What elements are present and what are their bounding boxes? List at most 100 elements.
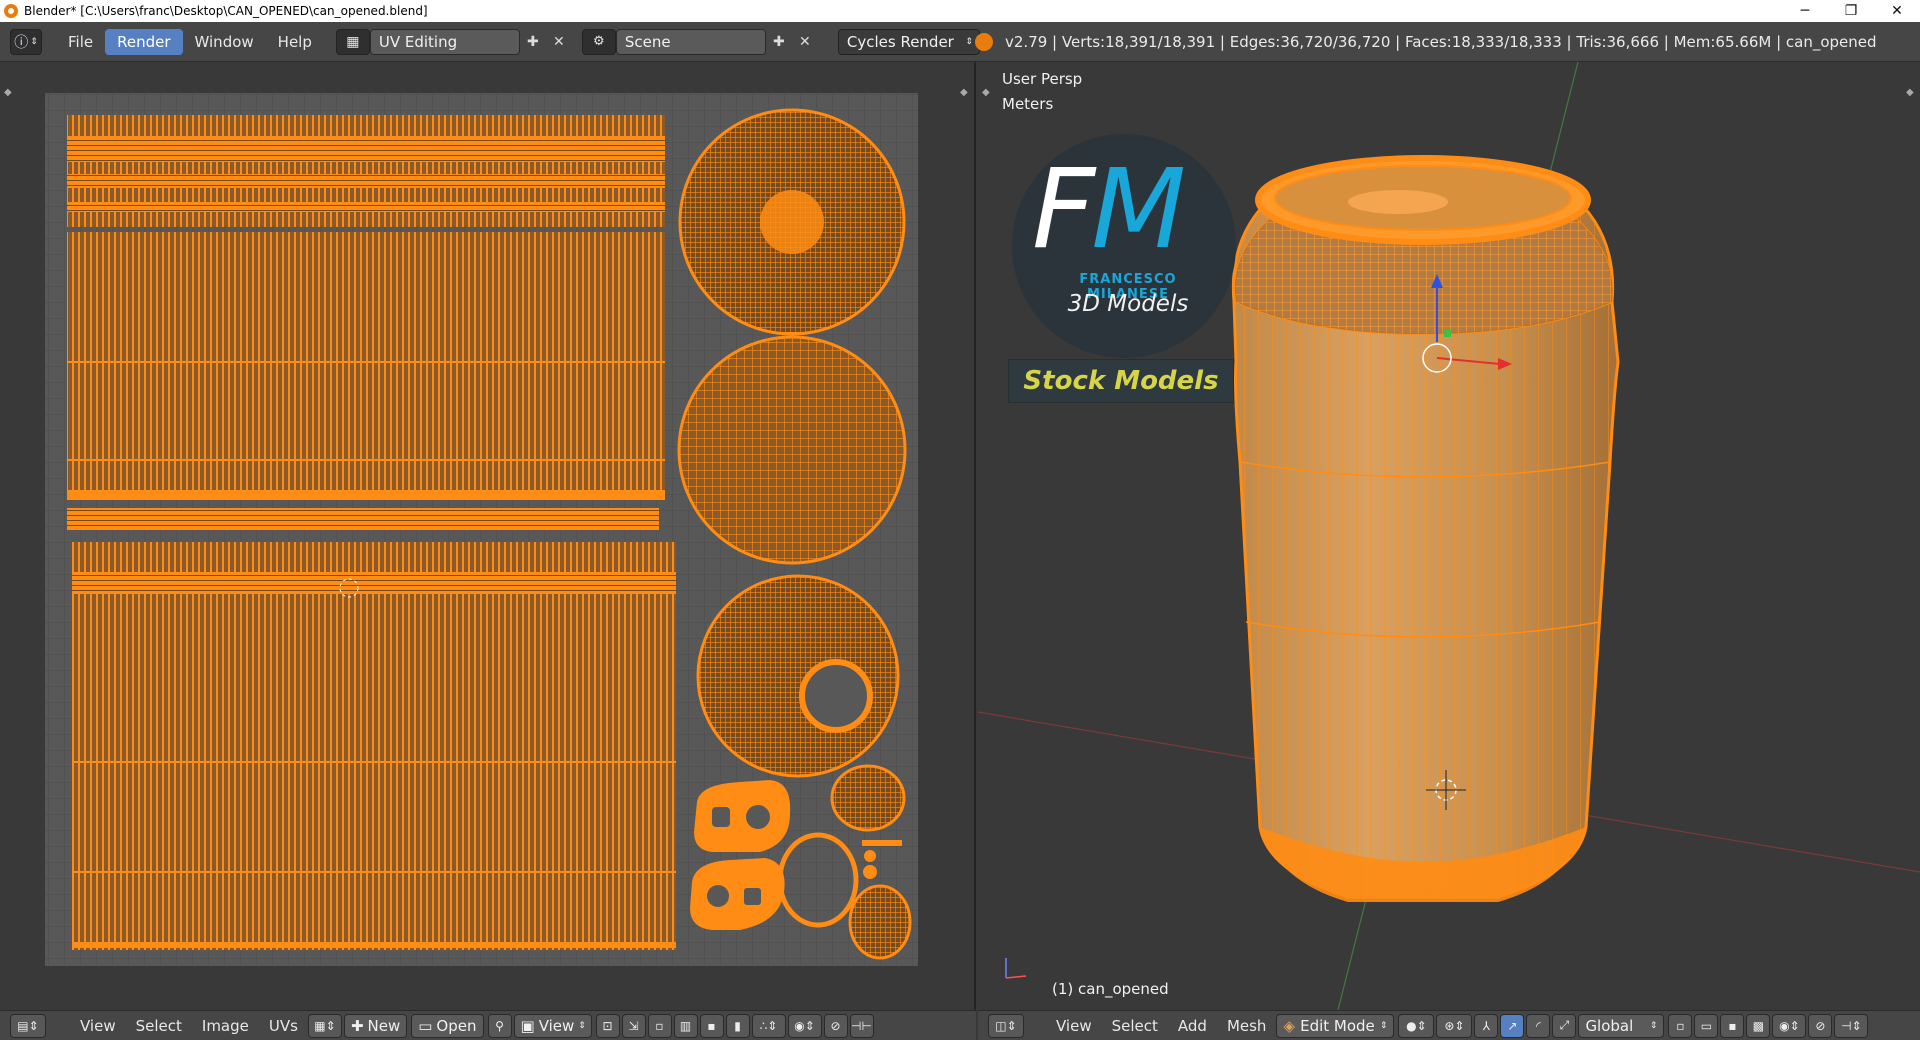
restore-button[interactable]: ❐ [1828, 0, 1874, 22]
render-engine-dropdown[interactable]: Cycles Render ⇕ [837, 28, 980, 55]
uv-island-bottom-disc [677, 335, 907, 565]
panel-toggle-icon: ◆ [1906, 87, 1914, 98]
proportional-edit-icon[interactable]: ◉⇕ [787, 1013, 822, 1038]
editor-type-3d-icon[interactable]: ◫⇕ [988, 1013, 1024, 1038]
uv-island-tab-hole [707, 885, 729, 907]
screen-layout-label: UV Editing [378, 32, 458, 51]
sticky-selection-icon[interactable]: ⇲ [621, 1013, 646, 1038]
add-scene-icon[interactable]: ✚ [766, 29, 792, 55]
chevron-updown-icon: ⇕ [30, 36, 38, 47]
image-icon: ▣ [520, 1016, 535, 1035]
pin-icon[interactable]: ⚲ [487, 1013, 512, 1038]
blender-logo-icon [975, 33, 993, 51]
view-mode-dropdown[interactable]: ▣ View ⇕ [513, 1013, 592, 1038]
vertex-select-mode-icon[interactable]: ▫ [1668, 1013, 1693, 1038]
edit-mode-icon: ◈ [1283, 1016, 1295, 1035]
uv-island-lower-band [72, 572, 676, 594]
plus-icon: ✚ [350, 1016, 364, 1035]
uv-canvas[interactable]: ◆ ◆ [0, 62, 976, 1010]
toolshelf-toggle-icon: ◆ [4, 87, 12, 98]
manipulator-toggle-icon[interactable]: ⅄ [1474, 1013, 1499, 1038]
3d-viewport[interactable]: ◆ ◆ User Persp Meters FM FRANCESCO MILAN… [978, 62, 1920, 1010]
uv-island-ring [696, 574, 900, 778]
uv-island-small-bar [862, 840, 902, 846]
menu-help[interactable]: Help [266, 29, 324, 55]
orientation-label: Global [1585, 1016, 1634, 1035]
open-image-button[interactable]: ▭ Open [411, 1013, 484, 1038]
select-edge-icon[interactable]: ▥ [673, 1013, 698, 1038]
image-browse-icon[interactable]: ▦⇕ [307, 1013, 342, 1038]
viewport-shading-icon[interactable]: ●⇕ [1398, 1013, 1435, 1038]
active-object-label: (1) can_opened [1052, 980, 1169, 998]
uv-island-top-band-3 [67, 202, 665, 212]
info-icon: ⓘ [14, 34, 29, 51]
chevron-updown-icon: ⇕ [1649, 1020, 1658, 1031]
uv-island-bottom-band [72, 942, 676, 948]
chevron-updown-icon: ⇕ [578, 1020, 586, 1031]
editor-type-info[interactable]: ⓘ ⇕ [10, 28, 42, 55]
view3d-menu-select[interactable]: Select [1102, 1017, 1168, 1035]
uv-island-tab-hole [744, 888, 761, 905]
view3d-menu-add[interactable]: Add [1168, 1017, 1217, 1035]
occlude-geometry-icon[interactable]: ▩ [1746, 1013, 1771, 1038]
window-controls: ─ ❐ ✕ [1782, 0, 1920, 22]
view3d-menu-mesh[interactable]: Mesh [1217, 1017, 1277, 1035]
panel-toggle-icon: ◆ [982, 87, 990, 98]
uv-island-mid-band [67, 490, 665, 500]
logo-letter-m: M [1091, 145, 1186, 273]
select-island-icon[interactable]: ▮ [725, 1013, 750, 1038]
mode-dropdown[interactable]: ◈ Edit Mode ⇕ [1276, 1013, 1395, 1038]
minimize-button[interactable]: ─ [1782, 0, 1828, 22]
properties-toggle-icon: ◆ [960, 87, 968, 98]
snap-mode-icon[interactable]: ∴⇕ [751, 1013, 786, 1038]
editor-type-image-icon[interactable]: ▤⇕ [10, 1013, 46, 1038]
scene-field[interactable]: Scene [615, 28, 766, 55]
uv-image-editor[interactable]: ◆ ◆ [0, 62, 976, 1010]
screen-layout-field[interactable]: UV Editing [369, 28, 520, 55]
window-title: Blender* [C:\Users\franc\Desktop\CAN_OPE… [24, 4, 428, 18]
transform-orientation-dropdown[interactable]: Global ⇕ [1578, 1013, 1665, 1038]
view3d-menu-view[interactable]: View [1046, 1017, 1102, 1035]
face-select-mode-icon[interactable]: ▪ [1720, 1013, 1745, 1038]
snap-toggle-icon[interactable]: ⊘ [823, 1013, 848, 1038]
uv-island-tab-hole [746, 805, 770, 829]
snap-element-icon[interactable]: ⊣⇕ [1834, 1013, 1869, 1038]
uv-island-ring-hole [799, 659, 873, 733]
new-image-button[interactable]: ✚ New [343, 1013, 408, 1038]
add-layout-icon[interactable]: ✚ [520, 29, 546, 55]
uv-menu-image[interactable]: Image [192, 1017, 259, 1035]
uv-island-small-ball-2 [848, 884, 912, 960]
uv-island-tab [694, 780, 791, 852]
screen-layout-browse[interactable]: ▦ [335, 28, 370, 55]
proportional-editing-icon[interactable]: ◉⇕ [1772, 1013, 1807, 1038]
uv-menu-uvs[interactable]: UVs [259, 1017, 308, 1035]
translate-manipulator-icon[interactable]: ↗ [1500, 1013, 1525, 1038]
close-button[interactable]: ✕ [1874, 0, 1920, 22]
uv-island-body-lower [72, 598, 676, 950]
scene-browse[interactable]: ⚙ [581, 28, 616, 55]
menu-file[interactable]: File [56, 29, 105, 55]
snap-icon[interactable]: ⊘ [1808, 1013, 1833, 1038]
scale-manipulator-icon[interactable]: ⤢ [1552, 1013, 1577, 1038]
mini-axis-icon [1005, 975, 1027, 979]
scene-label: Scene [624, 32, 671, 51]
menu-window[interactable]: Window [183, 29, 266, 55]
uv-island-top-band [67, 136, 665, 162]
rotate-manipulator-icon[interactable]: ◜ [1526, 1013, 1551, 1038]
select-face-icon[interactable]: ▪ [699, 1013, 724, 1038]
select-vertex-icon[interactable]: ▫ [647, 1013, 672, 1038]
chevron-updown-icon: ⇕ [965, 36, 973, 47]
blender-logo-icon [4, 4, 18, 18]
uv-menu-view[interactable]: View [70, 1017, 126, 1035]
menu-render[interactable]: Render [105, 28, 183, 55]
remove-layout-icon[interactable]: ✕ [546, 29, 572, 55]
watermark-logo-letters: FM [1032, 154, 1186, 264]
edge-select-mode-icon[interactable]: ▭ [1694, 1013, 1719, 1038]
pivot-point-icon[interactable]: ⊛⇕ [1436, 1013, 1473, 1038]
pivot-icon[interactable]: ⊡ [595, 1013, 620, 1038]
uv-menu-select[interactable]: Select [126, 1017, 192, 1035]
mirror-icon[interactable]: ⊣⊢ [849, 1013, 874, 1038]
view-persp-label: User Persp [1002, 70, 1083, 88]
folder-icon: ▭ [418, 1016, 433, 1035]
remove-scene-icon[interactable]: ✕ [792, 29, 818, 55]
